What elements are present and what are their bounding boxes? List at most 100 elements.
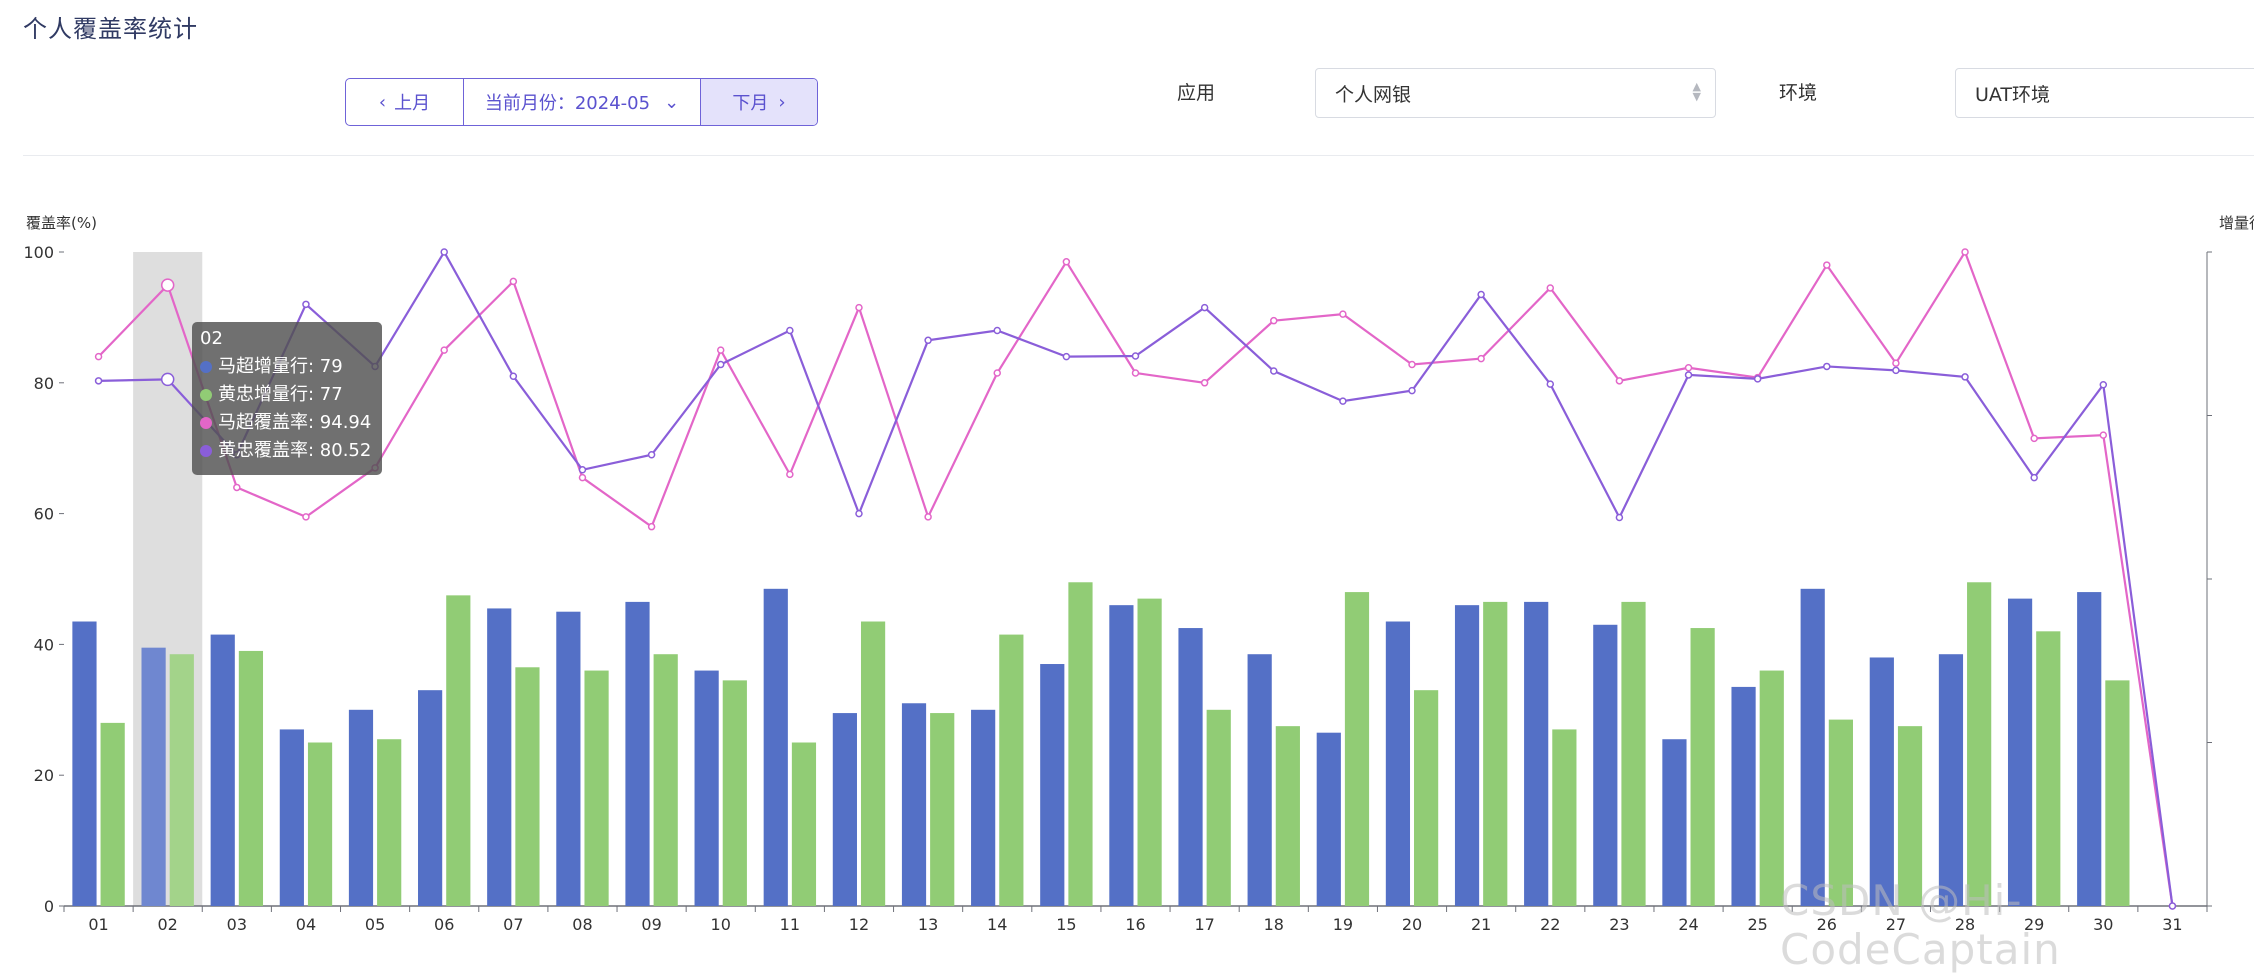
bar-huangzhong — [2105, 680, 2130, 906]
x-tick-label: 21 — [1471, 915, 1491, 934]
bar-huangzhong — [515, 667, 540, 906]
tooltip-row-text: 马超增量行: 79 — [218, 356, 343, 377]
point-machao — [1892, 359, 1900, 367]
tooltip-row: 黄忠增量行: 77 — [200, 381, 374, 409]
point-huangzhong — [1823, 362, 1831, 371]
point-huangzhong — [1892, 366, 1900, 375]
x-tick-label: 20 — [1402, 915, 1422, 934]
x-tick-label: 14 — [987, 915, 1007, 934]
bar-huangzhong — [2036, 631, 2061, 906]
x-tick-label: 24 — [1678, 915, 1698, 934]
tooltip-row-text: 黄忠覆盖率: 80.52 — [218, 440, 372, 461]
bar-machao — [1178, 628, 1203, 906]
x-tick-label: 19 — [1333, 915, 1353, 934]
point-machao — [94, 352, 103, 361]
bar-huangzhong — [100, 722, 125, 906]
point-machao — [855, 303, 863, 312]
x-tick-label: 09 — [641, 915, 661, 934]
bar-huangzhong — [1068, 582, 1093, 906]
bar-huangzhong — [1344, 592, 1370, 906]
tooltip-marker — [200, 361, 212, 373]
point-machao — [924, 513, 932, 521]
point-huangzhong — [855, 509, 863, 518]
point-machao — [233, 483, 241, 492]
point-machao — [302, 513, 310, 521]
point-machao — [1131, 369, 1140, 377]
point-machao — [1408, 360, 1416, 369]
point-huangzhong — [647, 450, 656, 459]
bar-machao — [1524, 601, 1549, 906]
bar-machao — [348, 709, 374, 906]
bar-huangzhong — [446, 595, 471, 906]
point-machao — [1339, 310, 1347, 318]
tooltip-row-text: 马超覆盖率: 94.94 — [218, 412, 372, 433]
point-machao — [647, 522, 656, 531]
bar-machao — [832, 713, 857, 906]
tooltip-marker — [200, 417, 212, 429]
bar-machao — [694, 670, 719, 906]
bar-machao — [72, 621, 97, 906]
point-machao — [509, 277, 518, 286]
x-tick-label: 03 — [227, 915, 247, 934]
point-huangzhong — [1131, 352, 1140, 360]
bar-huangzhong — [377, 739, 402, 906]
point-machao — [786, 470, 794, 479]
point-huangzhong — [1546, 380, 1555, 388]
bar-machao — [418, 690, 443, 906]
x-tick-label: 04 — [296, 915, 316, 934]
point-machao — [2030, 434, 2038, 443]
point-huangzhong — [1062, 352, 1071, 361]
tooltip-row-text: 黄忠增量行: 77 — [218, 384, 343, 405]
tooltip-row: 黄忠覆盖率: 80.52 — [200, 437, 374, 465]
point-huangzhong — [578, 466, 587, 474]
y-tick-label: 60 — [34, 505, 54, 524]
x-tick-label: 15 — [1056, 915, 1076, 934]
bar-huangzhong — [930, 713, 955, 906]
point-huangzhong — [509, 372, 518, 381]
point-machao — [1546, 284, 1555, 292]
y-tick-label: 80 — [34, 374, 54, 393]
y-tick-label: 20 — [34, 766, 54, 785]
tooltip-row: 马超增量行: 79 — [200, 353, 374, 381]
bar-machao — [1040, 664, 1065, 906]
point-huangzhong — [2099, 381, 2108, 389]
point-huangzhong — [993, 326, 1001, 335]
point-machao — [1961, 248, 1969, 256]
x-tick-label: 13 — [918, 915, 938, 934]
point-huangzhong — [440, 248, 448, 256]
point-huangzhong — [94, 377, 103, 385]
bar-machao — [487, 608, 512, 906]
point-huangzhong — [1753, 375, 1762, 383]
x-tick-label: 06 — [434, 915, 454, 934]
x-tick-label: 25 — [1747, 915, 1767, 934]
point-huangzhong — [1339, 397, 1347, 405]
bar-machao — [763, 588, 788, 906]
bar-huangzhong — [1414, 690, 1439, 906]
x-tick-label: 22 — [1540, 915, 1560, 934]
bar-machao — [210, 634, 235, 906]
point-machao — [1823, 261, 1831, 269]
x-tick-label: 02 — [158, 915, 178, 934]
bar-machao — [901, 703, 927, 906]
bar-huangzhong — [1206, 709, 1231, 906]
point-machao — [2099, 431, 2108, 439]
bar-machao — [279, 729, 304, 906]
bar-machao — [971, 709, 996, 906]
point-huangzhong — [1684, 371, 1693, 379]
x-tick-label: 16 — [1125, 915, 1145, 934]
bar-huangzhong — [1690, 628, 1715, 906]
point-machao — [160, 278, 175, 292]
y2-axis-title: 增量行 — [2219, 214, 2254, 232]
bar-machao — [556, 611, 581, 906]
bar-machao — [1454, 605, 1480, 906]
bar-machao — [1316, 732, 1341, 906]
bar-huangzhong — [653, 654, 678, 906]
x-tick-label: 17 — [1194, 915, 1214, 934]
bar-machao — [1593, 624, 1618, 906]
bar-machao — [1247, 654, 1272, 906]
bar-huangzhong — [1621, 601, 1646, 906]
bar-huangzhong — [1137, 598, 1162, 906]
point-machao — [578, 473, 587, 482]
bar-machao — [1938, 654, 1964, 906]
watermark: CSDN @Hi-CodeCaptain — [1780, 876, 2061, 974]
